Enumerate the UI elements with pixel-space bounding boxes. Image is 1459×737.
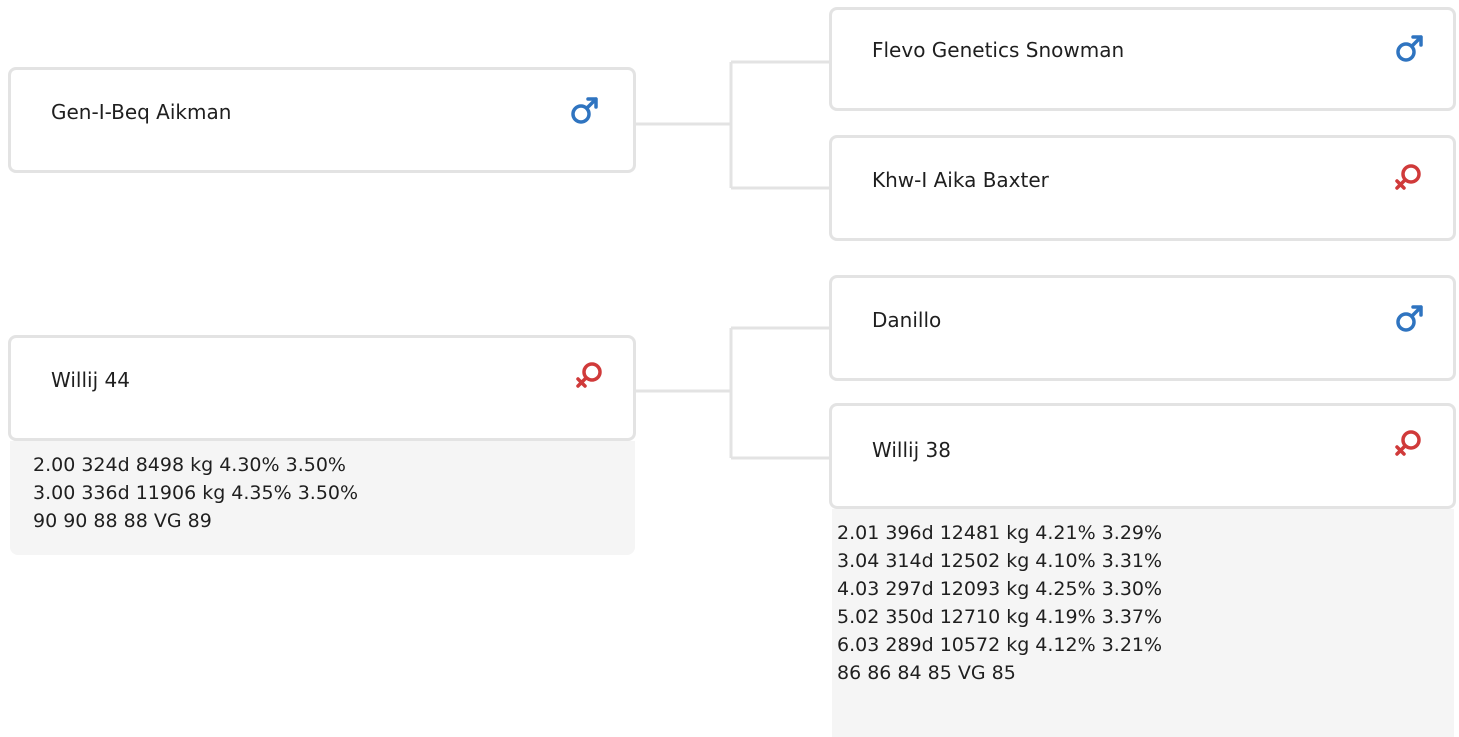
sire-sire-card[interactable]: Flevo Genetics Snowman bbox=[829, 7, 1456, 111]
performance-line: 86 86 84 85 VG 85 bbox=[837, 662, 1016, 684]
female-icon bbox=[1395, 164, 1421, 190]
dam-dam-name: Willij 38 bbox=[872, 438, 951, 462]
performance-line: 90 90 88 88 VG 89 bbox=[33, 510, 212, 532]
dam-performance: 2.00 324d 8498 kg 4.30% 3.50% 3.00 336d … bbox=[10, 441, 635, 555]
dam-card[interactable]: Willij 44 bbox=[8, 335, 636, 441]
sire-name: Gen-I-Beq Aikman bbox=[51, 100, 232, 124]
male-icon bbox=[571, 97, 598, 124]
female-icon bbox=[1395, 430, 1421, 456]
male-icon bbox=[1396, 305, 1423, 332]
sire-dam-name: Khw-I Aika Baxter bbox=[872, 168, 1049, 192]
sire-card[interactable]: Gen-I-Beq Aikman bbox=[8, 67, 636, 173]
performance-line: 3.04 314d 12502 kg 4.10% 3.31% bbox=[837, 550, 1163, 572]
female-icon bbox=[576, 362, 602, 388]
dam-sire-card[interactable]: Danillo bbox=[829, 275, 1456, 381]
male-icon bbox=[1396, 35, 1423, 62]
performance-line: 2.01 396d 12481 kg 4.21% 3.29% bbox=[837, 522, 1163, 544]
performance-line: 2.00 324d 8498 kg 4.30% 3.50% bbox=[33, 454, 346, 476]
performance-line: 5.02 350d 12710 kg 4.19% 3.37% bbox=[837, 606, 1163, 628]
performance-line: 4.03 297d 12093 kg 4.25% 3.30% bbox=[837, 578, 1163, 600]
sire-sire-name: Flevo Genetics Snowman bbox=[872, 38, 1125, 62]
performance-line: 3.00 336d 11906 kg 4.35% 3.50% bbox=[33, 482, 359, 504]
sire-dam-card[interactable]: Khw-I Aika Baxter bbox=[829, 135, 1456, 241]
connector-dam bbox=[635, 326, 832, 460]
dam-sire-name: Danillo bbox=[872, 308, 942, 332]
connector-sire bbox=[635, 60, 832, 190]
performance-line: 6.03 289d 10572 kg 4.12% 3.21% bbox=[837, 634, 1163, 656]
dam-name: Willij 44 bbox=[51, 368, 130, 392]
pedigree-tree: Gen-I-Beq Aikman Willij 44 2.00 324d 849… bbox=[0, 0, 1459, 737]
dam-dam-performance: 2.01 396d 12481 kg 4.21% 3.29% 3.04 314d… bbox=[832, 509, 1454, 737]
dam-dam-card[interactable]: Willij 38 bbox=[829, 403, 1456, 509]
